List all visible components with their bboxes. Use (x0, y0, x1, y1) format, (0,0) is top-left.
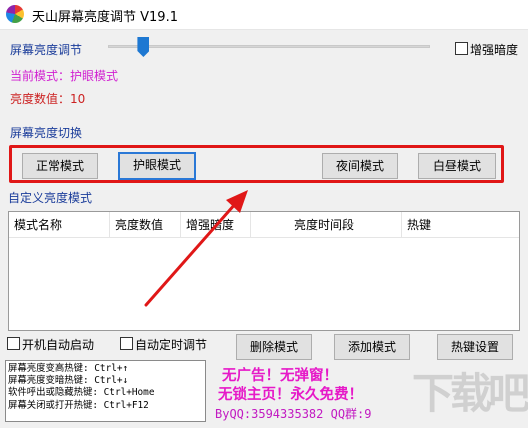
annotation-arrow-icon (144, 190, 248, 307)
